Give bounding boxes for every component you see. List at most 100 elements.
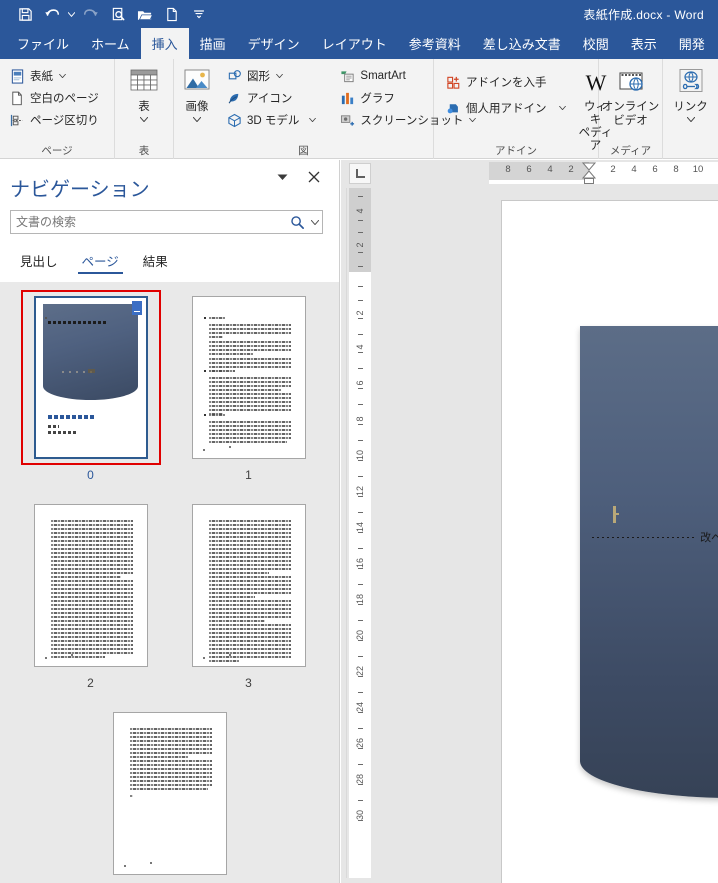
close-icon[interactable]: [303, 166, 325, 188]
vruler-tick-4: 4: [355, 344, 365, 350]
chart-icon: [339, 90, 355, 106]
cover-footer-line2: [47, 425, 59, 428]
quick-access-toolbar: [0, 3, 212, 25]
ribbon-group-table: 表 表: [115, 59, 174, 159]
thumbnail-page-4-preview: [112, 712, 227, 875]
open-icon[interactable]: [132, 3, 158, 25]
vertical-ruler[interactable]: 4 2 2 4 6 8 10 12 14 16 18 20 22 24 26 2…: [349, 188, 371, 878]
my-addins-label: 個人用アドイン: [466, 103, 547, 115]
vruler-tick-m4: 4: [355, 208, 365, 214]
search-input[interactable]: [11, 211, 286, 233]
hruler-tick-8: 8: [505, 164, 511, 175]
page-footer-marks: [123, 862, 170, 867]
page-break-label: ページ区切り: [30, 115, 99, 127]
search-box[interactable]: [10, 210, 323, 234]
thumbnail-number: 3: [245, 676, 252, 690]
tab-insert[interactable]: 挿入: [140, 28, 189, 59]
tab-layout[interactable]: レイアウト: [311, 28, 398, 59]
shapes-icon: [226, 68, 242, 84]
thumbnail-page-4[interactable]: 4: [100, 706, 240, 883]
vruler-tick-28: 28: [355, 774, 365, 785]
online-video-button[interactable]: オンライン ビデオ: [601, 63, 661, 127]
chevron-down-icon[interactable]: [686, 114, 695, 124]
tab-references[interactable]: 参考資料: [398, 28, 472, 59]
blank-page-button[interactable]: 空白のページ: [7, 87, 103, 109]
smartart-icon: [339, 68, 355, 84]
cover-page-button[interactable]: 表紙: [7, 65, 103, 87]
tab-file[interactable]: ファイル: [6, 28, 80, 59]
save-icon[interactable]: [12, 3, 38, 25]
cover-art: [42, 304, 138, 400]
chevron-down-icon[interactable]: [193, 114, 201, 124]
nav-tab-results[interactable]: 結果: [131, 248, 180, 272]
page-thumbnail-list[interactable]: 0 1 2 3: [0, 282, 339, 883]
my-addins-button[interactable]: 個人用アドイン: [443, 95, 571, 121]
screenshot-icon: [339, 112, 355, 128]
tab-design[interactable]: デザイン: [237, 28, 311, 59]
print-preview-icon[interactable]: [105, 3, 131, 25]
thumbnail-number: 2: [87, 676, 94, 690]
vruler-tick-12: 12: [355, 486, 365, 497]
page-footer-marks: [44, 654, 91, 659]
page-footer-marks: [202, 446, 249, 451]
vruler-tick-10: 10: [355, 450, 365, 461]
horizontal-ruler[interactable]: 8 6 4 2 2 4 6 8 10: [489, 162, 718, 184]
thumbnail-page-0[interactable]: 0: [20, 290, 161, 482]
tab-draw[interactable]: 描画: [189, 28, 237, 59]
chevron-down-icon[interactable]: [140, 114, 148, 124]
thumbnail-page-1[interactable]: 1: [179, 290, 319, 482]
hruler-tick-r4: 4: [631, 164, 637, 175]
nav-tab-headings[interactable]: 見出し: [8, 248, 70, 272]
new-icon[interactable]: [159, 3, 185, 25]
navigation-options-caret-icon[interactable]: [271, 166, 293, 188]
undo-icon[interactable]: [39, 3, 65, 25]
three-d-model-button[interactable]: 3D モデル: [224, 109, 321, 131]
document-area: 8 6 4 2 2 4 6 8 10 4 2 2 4 6 8 10 12 14 …: [341, 160, 718, 883]
cover-footer-line1: [47, 415, 94, 419]
thumbnail-page-2-preview: [33, 504, 148, 667]
chevron-down-icon[interactable]: [308, 116, 317, 125]
chevron-down-icon[interactable]: [558, 104, 567, 113]
thumbnail-page-3[interactable]: 3: [179, 498, 319, 690]
tab-review[interactable]: 校閲: [572, 28, 620, 59]
indent-markers-icon[interactable]: [582, 162, 596, 184]
hruler-tick-2: 2: [568, 164, 574, 175]
vruler-tick-20: 20: [355, 630, 365, 641]
search-icon[interactable]: [286, 211, 308, 233]
undo-dropdown-caret-icon[interactable]: [66, 3, 77, 25]
tab-selector[interactable]: [346, 160, 374, 186]
shapes-button[interactable]: 図形: [224, 65, 321, 87]
tab-stop-left-icon[interactable]: [349, 162, 371, 184]
icons-label: アイコン: [247, 93, 293, 105]
table-label: 表: [138, 101, 150, 113]
get-addins-button[interactable]: アドインを入手: [443, 69, 571, 95]
thumbnail-page-0-preview: [33, 296, 148, 459]
document-page[interactable]: 改ページ: [501, 200, 718, 883]
tab-developer[interactable]: 開発: [668, 28, 716, 59]
chevron-down-icon[interactable]: [275, 72, 284, 81]
link-label: リンク: [673, 101, 708, 113]
online-video-label-line1: オンライン: [601, 101, 660, 113]
page-break-button[interactable]: ページ区切り: [7, 109, 103, 131]
hruler-tick-4: 4: [547, 164, 553, 175]
thumbnail-page-2[interactable]: 2: [21, 498, 161, 690]
vruler-tick-26: 26: [355, 738, 365, 749]
tab-mailings[interactable]: 差し込み文書: [472, 28, 572, 59]
thumbnail-number: 0: [87, 468, 94, 482]
thumbnail-page-1-preview: [191, 296, 306, 459]
cover-page-label: 表紙: [30, 71, 53, 83]
picture-icon: [180, 66, 214, 100]
tab-view[interactable]: 表示: [620, 28, 668, 59]
picture-button[interactable]: 画像: [180, 63, 214, 124]
document-canvas[interactable]: 改ページ: [489, 188, 718, 883]
table-button[interactable]: 表: [118, 63, 170, 124]
tab-home[interactable]: ホーム: [80, 28, 141, 59]
customize-qat-icon[interactable]: [186, 3, 212, 25]
vruler-tick-24: 24: [355, 702, 365, 713]
ribbon-group-media: オンライン ビデオ メディア: [599, 59, 663, 159]
nav-tab-pages[interactable]: ページ: [70, 248, 131, 274]
link-button[interactable]: リンク: [665, 63, 717, 124]
search-options-caret-icon[interactable]: [308, 211, 322, 233]
chevron-down-icon[interactable]: [58, 72, 67, 81]
icons-button[interactable]: アイコン: [224, 87, 321, 109]
